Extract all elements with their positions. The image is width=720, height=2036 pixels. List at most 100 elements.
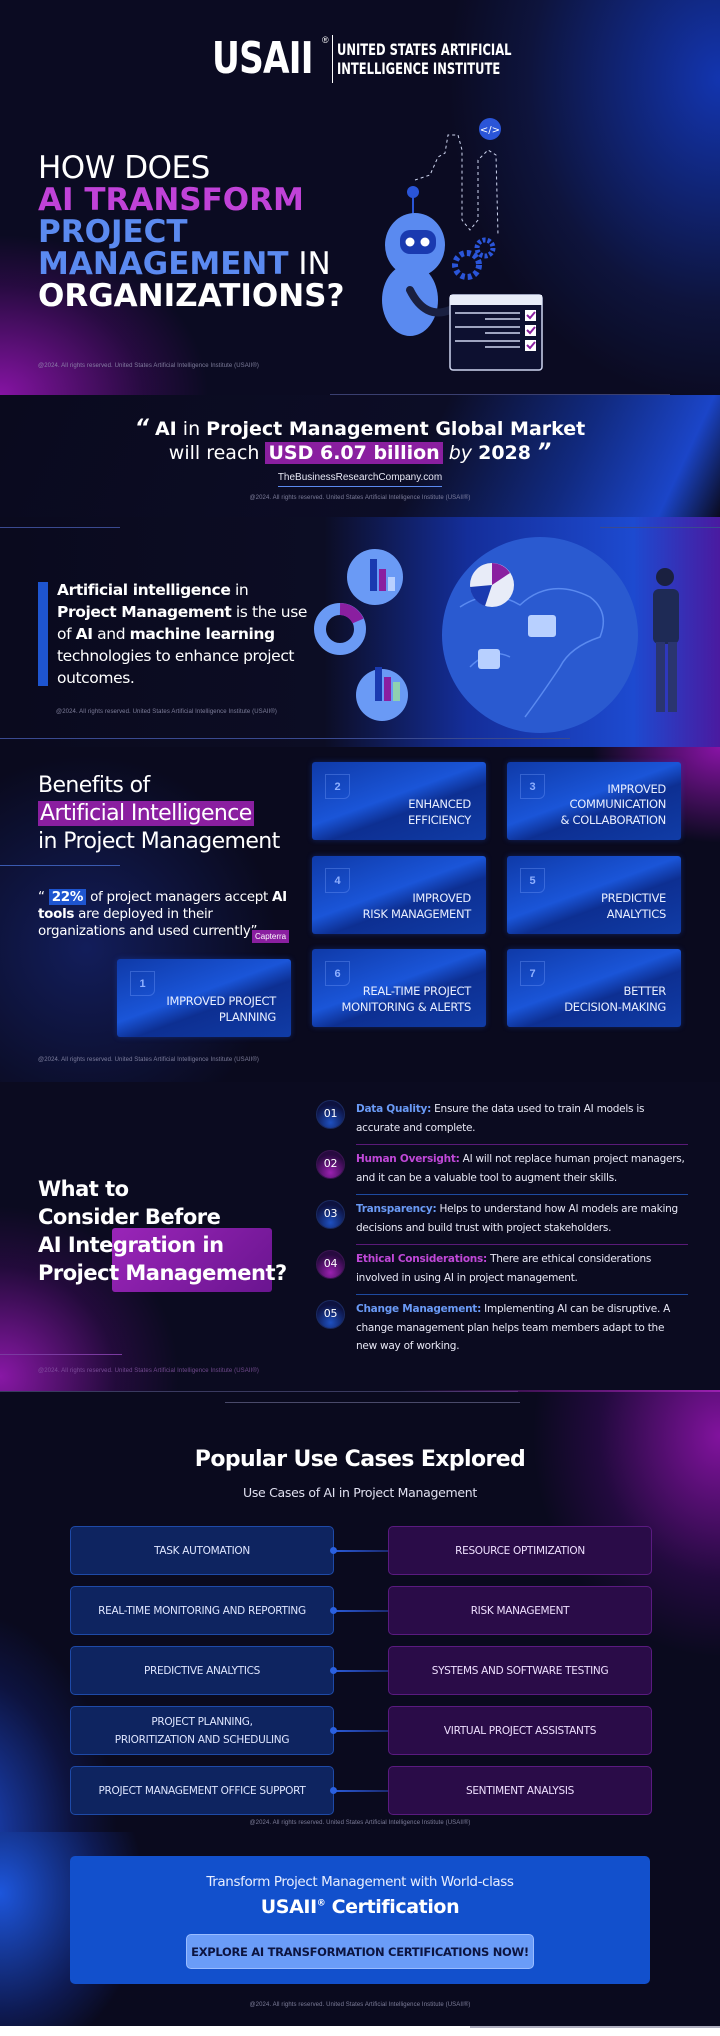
benefit-number: 5 [520, 868, 545, 893]
cta-brand: USAII [260, 1896, 317, 1918]
copyright-notice: @2024. All rights reserved. United State… [249, 495, 471, 501]
market-value-highlight: USD 6.07 billion [265, 442, 443, 464]
ai-pm-definition: Artificial intelligence in Project Manag… [57, 579, 312, 689]
hero-title-line-5: ORGANIZATIONS? [38, 278, 345, 314]
usaii-logo[interactable]: USAII ® UNITED STATES ARTIFICIAL INTELLI… [212, 33, 579, 84]
def-bold-4: machine learning [129, 625, 276, 643]
market-quote: “ AI in Project Management Global Market… [0, 417, 720, 465]
divider [0, 527, 120, 528]
cta-tagline: Transform Project Management with World-… [206, 1874, 514, 1890]
item-number-badge: 01 [316, 1100, 345, 1129]
hero-title-in: IN [288, 246, 331, 282]
def-bold-3: AI [75, 625, 93, 643]
definition-section: Artificial intelligence in Project Manag… [0, 517, 720, 747]
benefit-number: 3 [520, 774, 545, 799]
benefit-label: IMPROVED COMMUNICATION & COLLABORATION [560, 781, 667, 827]
benefit-number: 6 [325, 961, 350, 986]
use-cases-subtitle: Use Cases of AI in Project Management [243, 1485, 477, 1500]
hero-title-line-2: AI TRANSFORM [38, 182, 304, 218]
connector-line [334, 1790, 388, 1792]
def-bold-2: Project Management [57, 603, 232, 621]
considerations-section: What to Consider Before AI Integration i… [0, 1082, 720, 1392]
item-key: Human Oversight: [356, 1153, 460, 1165]
benefit-number: 2 [325, 774, 350, 799]
benefit-card: 3 IMPROVED COMMUNICATION & COLLABORATION [507, 762, 681, 840]
benefit-card: 5 PREDICTIVE ANALYTICS [507, 856, 681, 934]
benefits-title: Benefits of Artificial Intelligence in P… [38, 772, 280, 856]
chat-pie-icon [478, 649, 500, 669]
use-case-item: VIRTUAL PROJECT ASSISTANTS [388, 1706, 652, 1755]
considerations-title-line-2: Consider Before [38, 1205, 221, 1229]
use-case-row: PROJECT MANAGEMENT OFFICE SUPPORT SENTIM… [70, 1766, 652, 1815]
def-text-1: in [230, 581, 249, 599]
benefit-card: 7 BETTER DECISION-MAKING [507, 949, 681, 1027]
logo-line-1: UNITED STATES ARTIFICIAL [337, 39, 512, 59]
quote-market: Project Management Global Market [206, 418, 586, 440]
item-key: Change Management: [356, 1303, 482, 1315]
def-text-4: technologies to enhance project outcomes… [57, 647, 295, 687]
market-source: TheBusinessResearchCompany.com [0, 472, 720, 487]
stat-open-quote: “ [38, 889, 49, 905]
benefit-number: 7 [520, 961, 545, 986]
list-item: 04 Ethical Considerations: There are eth… [316, 1244, 688, 1287]
stat-text-1: of project managers accept [86, 889, 273, 905]
use-case-item: RISK MANAGEMENT [388, 1586, 652, 1635]
benefit-card: 1 IMPROVED PROJECT PLANNING [117, 959, 291, 1037]
item-key: Ethical Considerations: [356, 1253, 487, 1265]
item-key: Data Quality: [356, 1103, 432, 1115]
connector-line [334, 1610, 388, 1612]
use-case-row: PREDICTIVE ANALYTICS SYSTEMS AND SOFTWAR… [70, 1646, 652, 1695]
benefit-label: PREDICTIVE ANALYTICS [600, 891, 666, 921]
explore-certifications-button[interactable]: EXPLORE AI TRANSFORMATION CERTIFICATIONS… [186, 1934, 534, 1969]
considerations-title-line-3: AI Integration in [38, 1233, 224, 1257]
accent-bar [38, 582, 48, 686]
gear-icon [452, 250, 482, 280]
chat-bar-icon [528, 615, 556, 637]
divider [0, 738, 570, 739]
logo-line-2: INTELLIGENCE INSTITUTE [337, 58, 501, 78]
logo-divider [332, 34, 333, 83]
divider [0, 865, 120, 866]
connector-dot [330, 1607, 337, 1614]
copyright-notice: @2024. All rights reserved. United State… [56, 709, 278, 715]
use-case-item: TASK AUTOMATION [70, 1526, 334, 1575]
use-case-item: PREDICTIVE ANALYTICS [70, 1646, 334, 1695]
use-case-item: REAL-TIME MONITORING AND REPORTING [70, 1586, 334, 1635]
use-case-item: SENTIMENT ANALYSIS [388, 1766, 652, 1815]
logo-wordmark: UNITED STATES ARTIFICIAL INTELLIGENCE IN… [337, 40, 511, 78]
divider [225, 1402, 520, 1403]
cta-card: Transform Project Management with World-… [70, 1856, 650, 1984]
copyright-notice: @2024. All rights reserved. United State… [38, 363, 260, 369]
quote-ai: AI [154, 418, 177, 440]
hero-title-management: MANAGEMENT [38, 246, 289, 282]
market-quote-line-2: will reach USD 6.07 billion by 2028 ” [0, 441, 720, 465]
connector-dot [330, 1787, 337, 1794]
market-year: 2028 [478, 442, 531, 464]
use-case-item: SYSTEMS AND SOFTWARE TESTING [388, 1646, 652, 1695]
market-source-link[interactable]: TheBusinessResearchCompany.com [277, 472, 443, 487]
stat-source-badge: Capterra [252, 930, 290, 943]
divider [0, 1354, 122, 1355]
connector-dot [330, 1727, 337, 1734]
def-text-3: and [92, 625, 130, 643]
cta-heading: USAII® Certification [70, 1896, 650, 1918]
benefits-title-line-3: in Project Management [38, 829, 280, 854]
use-case-item: PROJECT PLANNING, PRIORITIZATION AND SCH… [70, 1706, 334, 1755]
logo-mark: USAII [212, 33, 314, 84]
use-case-row: TASK AUTOMATION RESOURCE OPTIMIZATION [70, 1526, 652, 1575]
code-icon-glyph: </> [480, 125, 500, 136]
item-key: Transparency: [356, 1203, 437, 1215]
robot-antenna [407, 186, 419, 198]
benefit-card: 6 REAL-TIME PROJECT MONITORING & ALERTS [312, 949, 486, 1027]
connector-dot [330, 1667, 337, 1674]
use-case-row: PROJECT PLANNING, PRIORITIZATION AND SCH… [70, 1706, 652, 1755]
benefit-label: IMPROVED PROJECT PLANNING [166, 994, 276, 1024]
hero-title-line-4: MANAGEMENT IN [38, 248, 345, 280]
list-item: 01 Data Quality: Ensure the data used to… [316, 1100, 688, 1137]
market-stat-section: “ AI in Project Management Global Market… [0, 395, 720, 517]
def-bold-1: Artificial intelligence [57, 581, 231, 599]
hero-section: USAII ® UNITED STATES ARTIFICIAL INTELLI… [0, 0, 720, 395]
market-quote-line-1: “ AI in Project Management Global Market [0, 417, 720, 441]
use-case-item: PROJECT MANAGEMENT OFFICE SUPPORT [70, 1766, 334, 1815]
list-item: 05 Change Management: Implementing AI ca… [316, 1294, 688, 1356]
